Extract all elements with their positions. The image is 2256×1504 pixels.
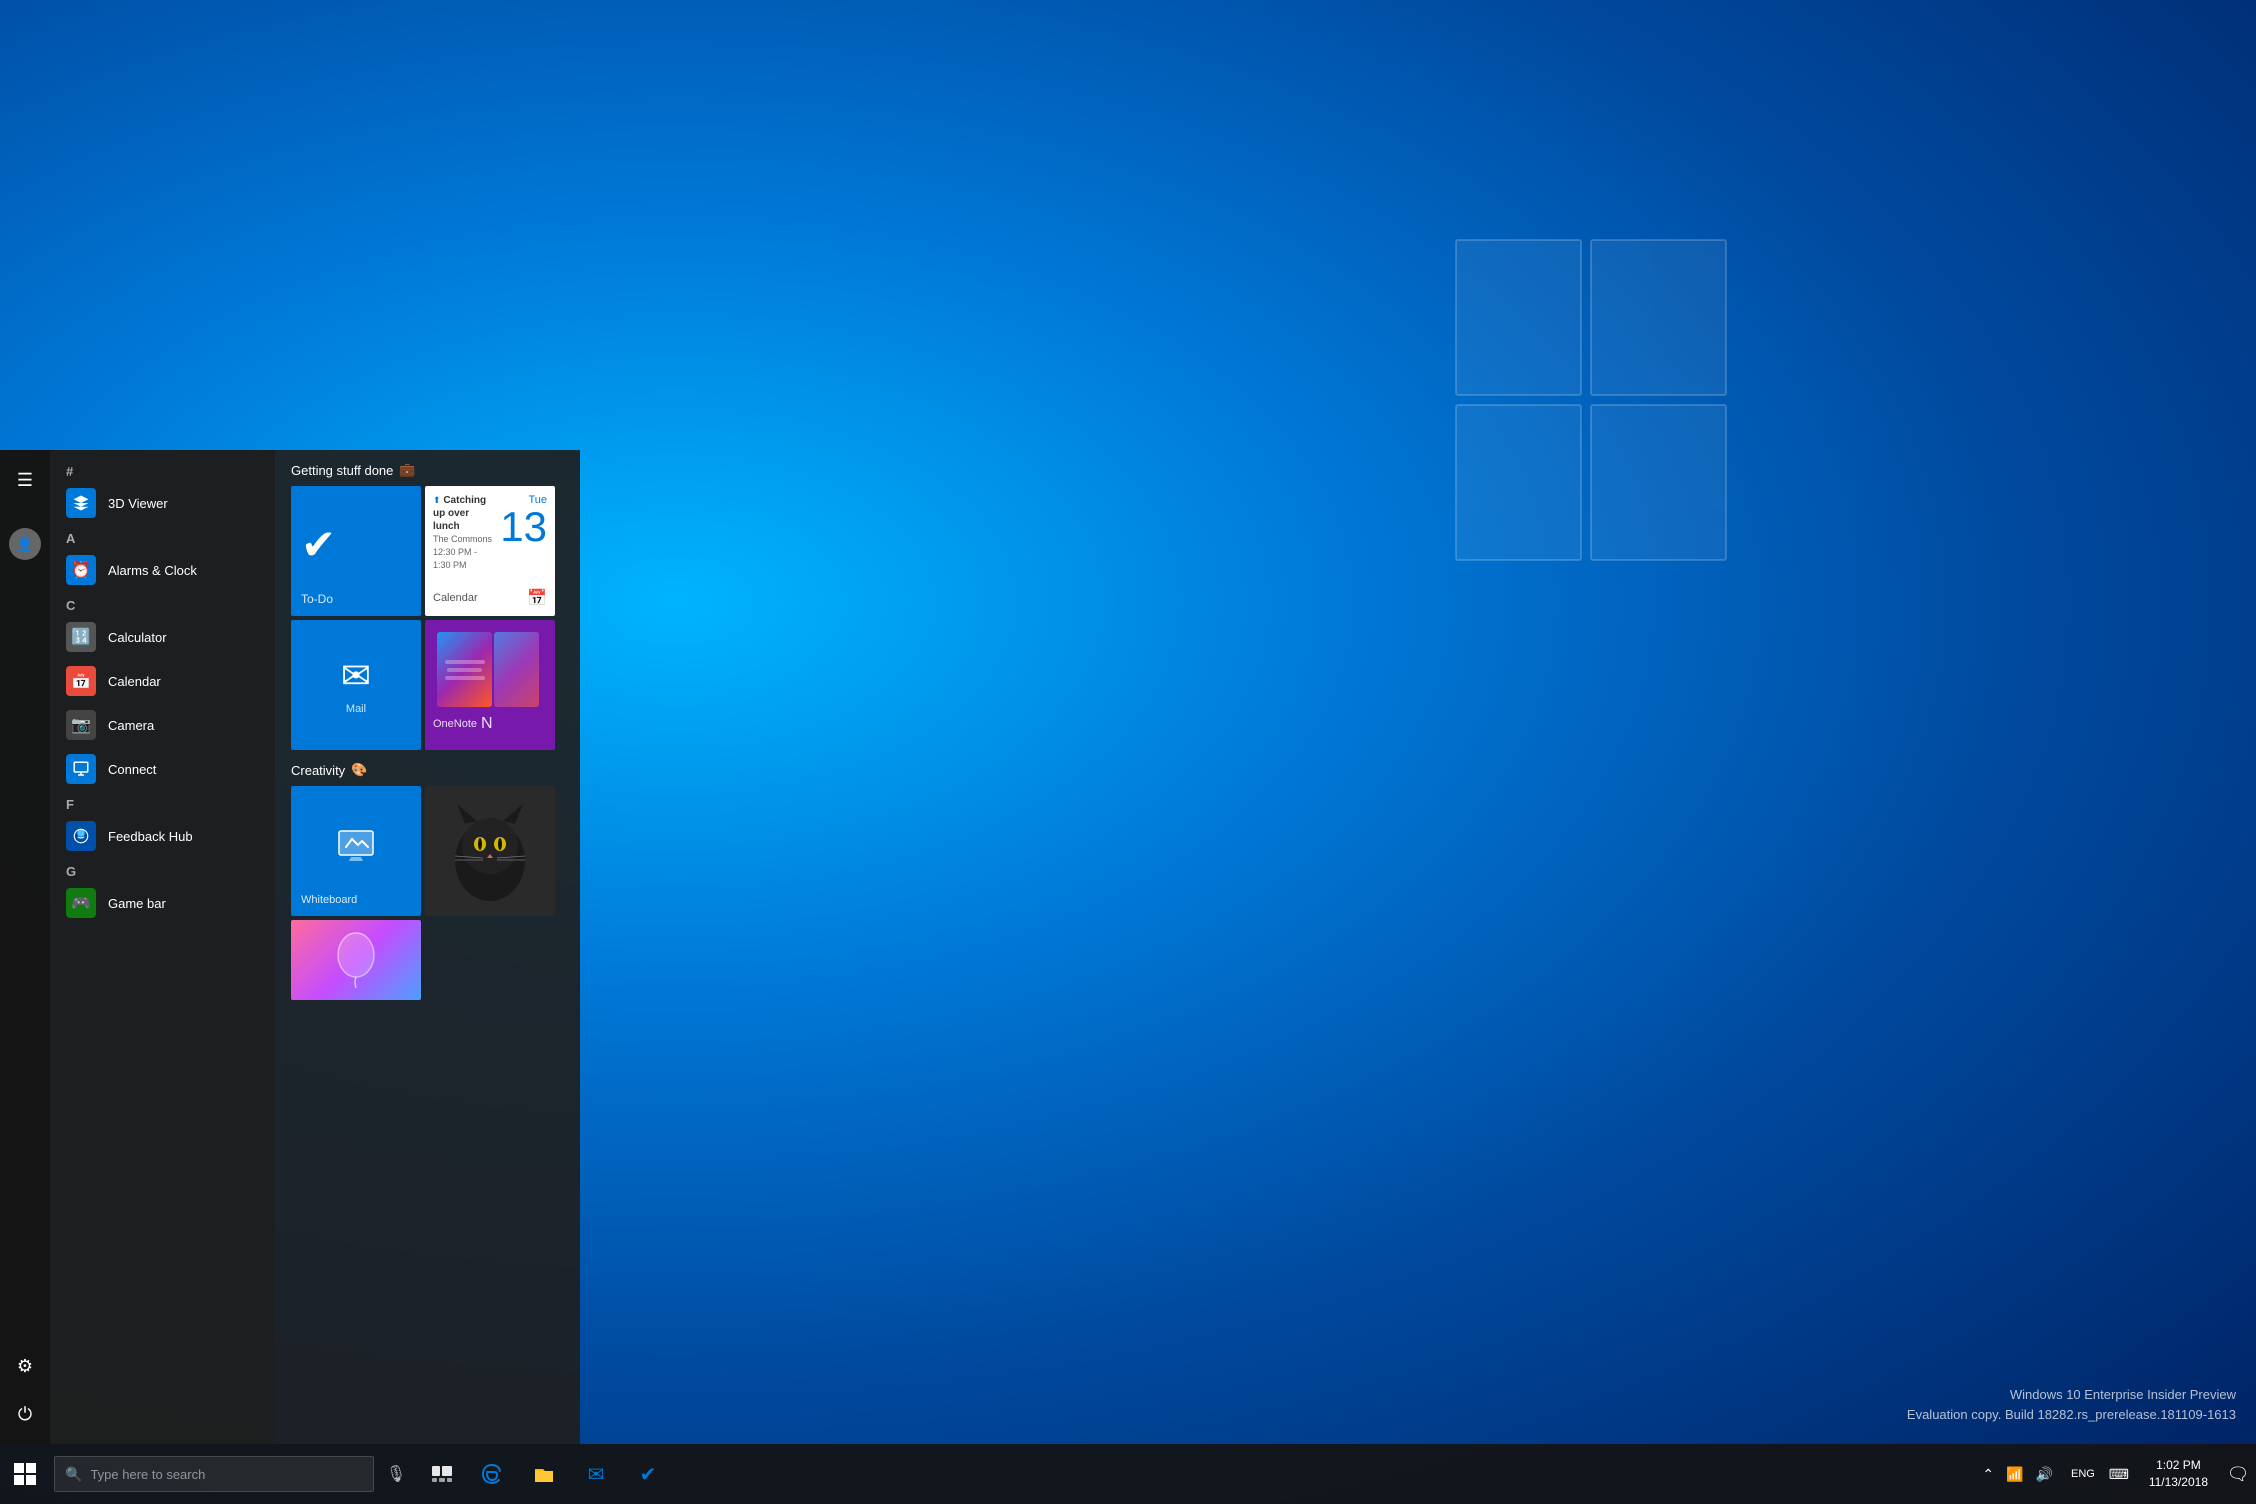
taskbar-app-todo[interactable]: ✔ <box>622 1444 674 1504</box>
taskbar: 🔍 Type here to search 🎙 <box>0 1444 2256 1504</box>
keyboard-icon[interactable]: ⌨ <box>2101 1444 2137 1504</box>
app-icon-camera: 📷 <box>66 710 96 740</box>
tiles-section-title-2: Creativity 🎨 <box>291 762 564 778</box>
calendar-tile-label: Calendar <box>433 592 478 604</box>
calendar-event-details: ⬆ Catching up over lunch The Commons 12:… <box>433 494 496 572</box>
app-list: # 3D Viewer A ⏰ Alarms & Clock C 🔢 Calcu… <box>50 450 275 1444</box>
app-label-camera: Camera <box>108 718 154 733</box>
app-item-camera[interactable]: 📷 Camera <box>50 703 275 747</box>
section-letter-hash: # <box>50 458 275 481</box>
taskbar-clock[interactable]: 1:02 PM 11/13/2018 <box>2137 1444 2220 1504</box>
speaker-icon[interactable]: 🔊 <box>2032 1462 2057 1487</box>
calendar-tile-icon: 📅 <box>527 588 547 608</box>
app-icon-calendar: 📅 <box>66 666 96 696</box>
language-indicator[interactable]: ENG <box>2065 1468 2101 1480</box>
taskbar-app-icons: ✉ ✔ <box>466 1444 674 1504</box>
taskbar-app-file-explorer[interactable] <box>518 1444 570 1504</box>
app-label-feedback-hub: Feedback Hub <box>108 829 193 844</box>
start-button[interactable] <box>0 1444 50 1504</box>
app-label-calendar: Calendar <box>108 674 161 689</box>
tile-onenote-label: OneNote <box>433 718 477 730</box>
clock-date: 11/13/2018 <box>2149 1474 2208 1491</box>
chevron-up-icon[interactable]: ⌃ <box>1978 1462 1998 1487</box>
whiteboard-icon <box>301 825 411 865</box>
app-icon-calculator: 🔢 <box>66 622 96 652</box>
tiles-section-title-1: Getting stuff done 💼 <box>291 462 564 478</box>
app-icon-feedback-hub <box>66 821 96 851</box>
onenote-logo-icon: N <box>481 715 493 733</box>
app-label-calculator: Calculator <box>108 630 167 645</box>
section-letter-a: A <box>50 525 275 548</box>
section-letter-g: G <box>50 858 275 881</box>
app-icon-alarms-clock: ⏰ <box>66 555 96 585</box>
onenote-preview <box>433 628 547 711</box>
tile-balloon[interactable] <box>291 920 421 1000</box>
app-icon-game-bar: 🎮 <box>66 888 96 918</box>
tile-onenote[interactable]: OneNote N <box>425 620 555 750</box>
network-icon[interactable]: 📶 <box>2002 1462 2027 1487</box>
taskbar-task-view-button[interactable] <box>418 1444 466 1504</box>
system-tray: ⌃ 📶 🔊 <box>1970 1444 2065 1504</box>
power-sidebar-button[interactable]: ⏻ <box>3 1392 47 1436</box>
search-placeholder: Type here to search <box>90 1467 205 1482</box>
mail-icon: ✉ <box>341 655 371 697</box>
notification-center-button[interactable]: 🗨 <box>2220 1444 2256 1504</box>
watermark-line1: Windows 10 Enterprise Insider Preview <box>1907 1385 2236 1405</box>
todo-checkmark-icon: ✔ <box>301 520 411 569</box>
tile-whiteboard[interactable]: Whiteboard <box>291 786 421 916</box>
app-icon-3d-viewer <box>66 488 96 518</box>
app-label-alarms-clock: Alarms & Clock <box>108 563 197 578</box>
watermark-line2: Evaluation copy. Build 18282.rs_prerelea… <box>1907 1405 2236 1425</box>
tile-todo-label: To-Do <box>301 592 411 606</box>
app-item-game-bar[interactable]: 🎮 Game bar <box>50 881 275 925</box>
section-letter-c: C <box>50 592 275 615</box>
tile-onenote-bottom: OneNote N <box>433 715 547 733</box>
tiles-area: Getting stuff done 💼 ✔ To-Do ⬆ Catching … <box>275 450 580 1444</box>
app-item-feedback-hub[interactable]: Feedback Hub <box>50 814 275 858</box>
todo-taskbar-icon: ✔ <box>640 1462 657 1487</box>
app-label-connect: Connect <box>108 762 156 777</box>
tile-mail[interactable]: ✉ Mail <box>291 620 421 750</box>
tile-whiteboard-label: Whiteboard <box>301 894 411 906</box>
search-bar[interactable]: 🔍 Type here to search <box>54 1456 374 1492</box>
app-item-calculator[interactable]: 🔢 Calculator <box>50 615 275 659</box>
app-icon-connect <box>66 754 96 784</box>
section-letter-f: F <box>50 791 275 814</box>
tile-mail-label: Mail <box>346 703 366 715</box>
search-icon: 🔍 <box>65 1466 82 1483</box>
settings-sidebar-button[interactable]: ⚙ <box>3 1344 47 1388</box>
app-item-connect[interactable]: Connect <box>50 747 275 791</box>
tile-calendar[interactable]: ⬆ Catching up over lunch The Commons 12:… <box>425 486 555 616</box>
mail-taskbar-icon: ✉ <box>588 1462 605 1487</box>
taskbar-right: ⌃ 📶 🔊 ENG ⌨ 1:02 PM 11/13/2018 🗨 <box>1970 1444 2256 1504</box>
clock-time: 1:02 PM <box>2156 1457 2201 1474</box>
cat-photo-image <box>425 786 555 916</box>
tile-cat-photo[interactable] <box>425 786 555 916</box>
app-item-calendar[interactable]: 📅 Calendar <box>50 659 275 703</box>
taskbar-app-edge[interactable] <box>466 1444 518 1504</box>
app-label-game-bar: Game bar <box>108 896 166 911</box>
taskbar-microphone-button[interactable]: 🎙 <box>374 1444 418 1504</box>
app-item-alarms-clock[interactable]: ⏰ Alarms & Clock <box>50 548 275 592</box>
taskbar-app-mail[interactable]: ✉ <box>570 1444 622 1504</box>
start-menu: ☰ 👤 ⚙ ⏻ # 3D Viewer A ⏰ Alarms & Clock C <box>0 450 580 1444</box>
start-sidebar: ☰ 👤 ⚙ ⏻ <box>0 450 50 1444</box>
user-avatar[interactable]: 👤 <box>9 528 41 560</box>
app-label-3d-viewer: 3D Viewer <box>108 496 168 511</box>
watermark: Windows 10 Enterprise Insider Preview Ev… <box>1907 1385 2236 1424</box>
app-item-3d-viewer[interactable]: 3D Viewer <box>50 481 275 525</box>
tile-todo[interactable]: ✔ To-Do <box>291 486 421 616</box>
hamburger-menu-button[interactable]: ☰ <box>3 458 47 502</box>
calendar-day-number: 13 <box>500 506 547 548</box>
windows-logo-desktop <box>1446 220 1736 600</box>
